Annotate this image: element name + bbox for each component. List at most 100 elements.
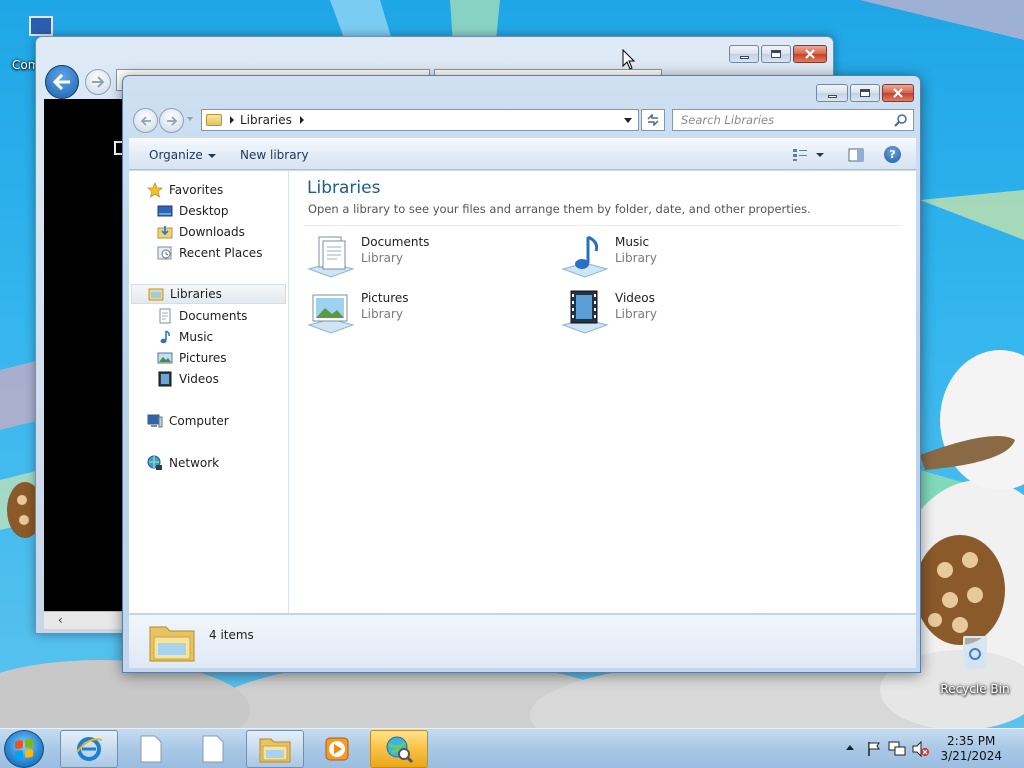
help-button[interactable]: ? [884, 146, 901, 163]
show-hidden-icons-button[interactable] [846, 745, 854, 750]
chevron-down-icon[interactable] [816, 153, 824, 157]
address-bar[interactable]: Libraries [201, 109, 639, 131]
action-center-flag-icon[interactable] [866, 741, 882, 757]
nav-label: Videos [179, 372, 219, 386]
globe-search-icon [386, 736, 414, 764]
music-library-icon [561, 235, 609, 278]
content-pane[interactable]: Libraries Open a library to see your fil… [290, 171, 916, 613]
maximize-button[interactable] [850, 84, 880, 102]
library-name: Pictures [361, 291, 409, 305]
network-status-icon[interactable] [888, 741, 906, 757]
documents-library-icon [307, 236, 355, 278]
arrow-right-icon [92, 76, 105, 88]
navigation-bar: Libraries Search Libraries [129, 106, 916, 134]
forward-button[interactable] [85, 69, 111, 95]
nav-libraries[interactable]: Libraries [131, 284, 286, 304]
nav-recent-places[interactable]: Recent Places [157, 243, 262, 263]
minimize-button[interactable] [816, 84, 848, 102]
close-icon [893, 88, 903, 98]
nav-pictures[interactable]: Pictures [157, 348, 227, 368]
music-icon [157, 329, 173, 345]
system-clock[interactable]: 2:35 PM 3/21/2024 [940, 734, 1002, 764]
star-icon [146, 181, 164, 198]
organize-button[interactable]: Organize [149, 148, 216, 162]
taskbar-document-1[interactable] [122, 730, 180, 768]
arrow-left-icon [53, 74, 70, 90]
libraries-folder-icon [206, 114, 222, 126]
explorer-body: Favorites Desktop Downloads Recent Place… [129, 171, 916, 613]
breadcrumb-separator-icon[interactable] [230, 116, 234, 124]
new-library-button[interactable]: New library [240, 148, 309, 162]
arrow-left-icon [140, 115, 151, 126]
forward-button[interactable] [159, 108, 184, 133]
folder-icon [259, 738, 291, 763]
refresh-button[interactable] [641, 109, 665, 131]
library-item-pictures[interactable]: Pictures Library [307, 289, 547, 339]
media-player-icon [325, 737, 349, 761]
recycle-bin-icon [960, 632, 990, 674]
nav-computer[interactable]: Computer [147, 411, 229, 431]
scroll-left-icon[interactable]: ‹ [58, 613, 63, 627]
help-icon: ? [889, 148, 896, 161]
back-button[interactable] [45, 65, 79, 99]
libraries-folder-icon [149, 626, 195, 662]
nav-documents[interactable]: Documents [157, 306, 247, 326]
maximize-button[interactable] [761, 45, 791, 63]
taskbar-document-2[interactable] [184, 730, 242, 768]
minimize-button[interactable] [729, 45, 759, 63]
nav-network[interactable]: Network [147, 453, 219, 473]
breadcrumb-libraries[interactable]: Libraries [240, 113, 292, 127]
blank-document-icon [202, 735, 224, 763]
nav-label: Libraries [170, 287, 222, 301]
search-icon[interactable] [894, 113, 908, 127]
close-button[interactable] [793, 45, 827, 63]
desktop-icon [157, 203, 173, 219]
library-name: Documents [361, 235, 430, 249]
start-button[interactable] [4, 730, 44, 768]
libraries-explorer-window[interactable]: Libraries Search Libraries Organize New … [122, 75, 921, 673]
refresh-icon [647, 114, 659, 126]
library-name: Music [615, 235, 650, 249]
breadcrumb-separator-icon[interactable] [299, 116, 304, 124]
details-pane: 4 items [129, 614, 916, 668]
nav-label: Music [179, 330, 214, 344]
search-box[interactable]: Search Libraries [672, 109, 914, 131]
videos-icon [157, 371, 173, 387]
documents-icon [157, 308, 173, 324]
close-button[interactable] [882, 84, 914, 102]
recent-pages-dropdown[interactable] [187, 117, 193, 121]
library-item-videos[interactable]: Videos Library [561, 289, 801, 339]
volume-muted-icon[interactable] [912, 741, 930, 757]
recycle-bin-desktop-icon[interactable]: Recycle Bin [935, 632, 1015, 696]
nav-label: Desktop [179, 204, 229, 218]
nav-videos[interactable]: Videos [157, 369, 219, 389]
videos-library-icon [561, 290, 609, 334]
desktop-icon-label: Recycle Bin [940, 682, 1010, 696]
page-subtitle: Open a library to see your files and arr… [308, 202, 811, 216]
preview-pane-button[interactable] [848, 148, 864, 165]
clock-time: 2:35 PM [947, 734, 996, 748]
change-view-button[interactable] [792, 148, 824, 162]
nav-music[interactable]: Music [157, 327, 213, 347]
nav-label: Network [169, 456, 220, 470]
navigation-pane[interactable]: Favorites Desktop Downloads Recent Place… [129, 171, 289, 613]
minimize-icon [739, 55, 749, 59]
address-dropdown-icon[interactable] [624, 118, 632, 123]
nav-label: Favorites [169, 183, 224, 197]
library-item-documents[interactable]: Documents Library [307, 233, 547, 283]
item-count: 4 items [209, 628, 254, 642]
pictures-library-icon [307, 294, 355, 334]
taskbar-media-player[interactable] [308, 730, 366, 768]
taskbar-internet-explorer[interactable] [60, 730, 118, 768]
system-tray: 2:35 PM 3/21/2024 [824, 729, 1024, 768]
libraries-icon [148, 286, 164, 302]
taskbar-windows-explorer[interactable] [246, 730, 304, 768]
library-item-music[interactable]: Music Library [561, 233, 801, 283]
search-input[interactable]: Search Libraries [681, 113, 894, 127]
nav-downloads[interactable]: Downloads [157, 222, 245, 242]
preview-pane-icon [848, 148, 864, 162]
nav-favorites[interactable]: Favorites [146, 180, 224, 200]
back-button[interactable] [133, 108, 158, 133]
nav-desktop[interactable]: Desktop [157, 201, 229, 221]
taskbar-active-app[interactable] [370, 730, 428, 768]
